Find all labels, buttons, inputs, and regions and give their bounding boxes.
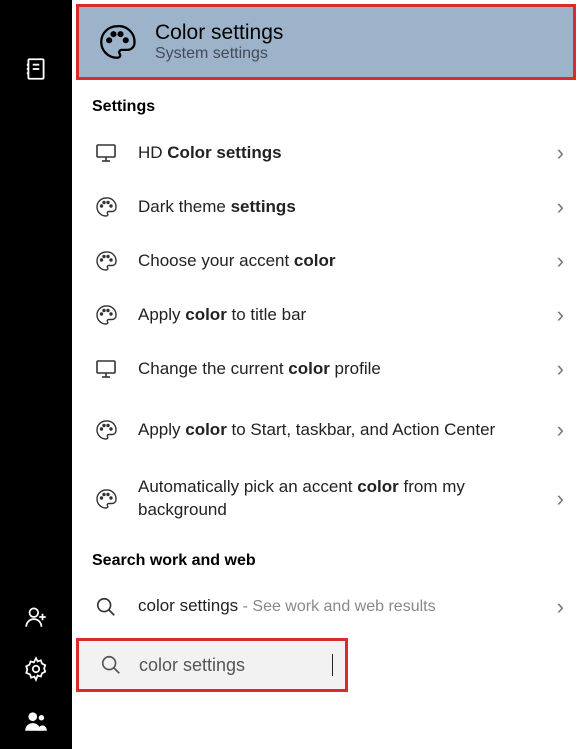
search-input-text: color settings <box>139 653 330 677</box>
search-input-box[interactable]: color settings <box>76 638 348 692</box>
search-sidebar <box>0 0 72 749</box>
monitor-icon <box>92 139 120 167</box>
chevron-right-icon: › <box>557 302 566 328</box>
chevron-right-icon: › <box>557 248 566 274</box>
palette-icon <box>95 20 139 64</box>
chevron-right-icon: › <box>557 194 566 220</box>
settings-result-item[interactable]: Apply color to Start, taskbar, and Actio… <box>72 396 580 464</box>
best-match-subtitle: System settings <box>155 45 283 63</box>
result-text: HD Color settings <box>138 142 539 165</box>
best-match-text: Color settings System settings <box>155 21 283 63</box>
search-icon <box>92 593 120 621</box>
search-results-panel: Color settings System settings Settings … <box>72 0 580 692</box>
chevron-right-icon: › <box>557 356 566 382</box>
section-header-search-web: Search work and web <box>72 534 580 580</box>
settings-result-item[interactable]: HD Color settings › <box>72 126 580 180</box>
result-text: Dark theme settings <box>138 196 539 219</box>
section-header-settings: Settings <box>72 80 580 126</box>
chevron-right-icon: › <box>557 594 566 620</box>
settings-result-item[interactable]: Apply color to title bar › <box>72 288 580 342</box>
chevron-right-icon: › <box>557 140 566 166</box>
result-text: Apply color to Start, taskbar, and Actio… <box>138 419 539 442</box>
result-text: Apply color to title bar <box>138 304 539 327</box>
palette-icon <box>92 416 120 444</box>
sidebar-add-person-icon[interactable] <box>12 593 60 641</box>
search-web-text: color settings - See work and web result… <box>138 595 539 618</box>
palette-icon <box>92 485 120 513</box>
settings-result-item[interactable]: Dark theme settings › <box>72 180 580 234</box>
settings-results-list: HD Color settings›Dark theme settings›Ch… <box>72 126 580 534</box>
palette-icon <box>92 247 120 275</box>
result-text: Automatically pick an accent color from … <box>138 476 539 522</box>
best-match-title: Color settings <box>155 21 283 45</box>
chevron-right-icon: › <box>557 486 566 512</box>
settings-result-item[interactable]: Automatically pick an accent color from … <box>72 464 580 534</box>
chevron-right-icon: › <box>557 417 566 443</box>
search-web-result[interactable]: color settings - See work and web result… <box>72 580 580 634</box>
sidebar-people-icon[interactable] <box>12 697 60 745</box>
search-icon <box>97 651 125 679</box>
result-text: Choose your accent color <box>138 250 539 273</box>
text-cursor <box>332 654 333 676</box>
sidebar-gear-icon[interactable] <box>12 645 60 693</box>
palette-icon <box>92 193 120 221</box>
monitor-icon <box>92 355 120 383</box>
settings-result-item[interactable]: Choose your accent color › <box>72 234 580 288</box>
settings-result-item[interactable]: Change the current color profile › <box>72 342 580 396</box>
best-match-result[interactable]: Color settings System settings <box>76 4 576 80</box>
result-text: Change the current color profile <box>138 358 539 381</box>
sidebar-dictionary-icon[interactable] <box>12 45 60 93</box>
palette-icon <box>92 301 120 329</box>
